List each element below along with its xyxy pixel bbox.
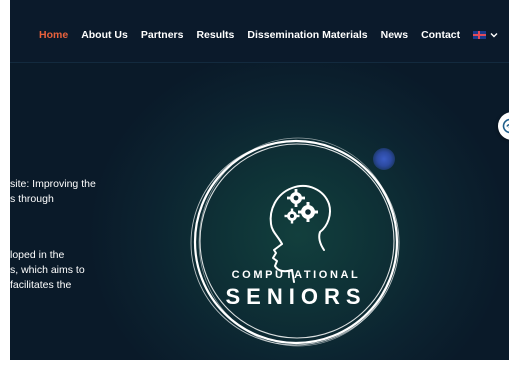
hero-text-line: s, which aims to: [10, 264, 85, 276]
computational-seniors-logo: COMPUTATIONAL SENIORS: [190, 137, 400, 347]
gears-icon: [284, 189, 318, 224]
nav-item-news[interactable]: News: [381, 29, 408, 41]
hero-section: Home About Us Partners Results Dissemina…: [10, 0, 509, 360]
accessibility-widget[interactable]: [498, 112, 509, 140]
nav-item-partners[interactable]: Partners: [141, 29, 184, 41]
nav-item-about-us[interactable]: About Us: [81, 29, 128, 41]
hero-text-line: s through: [10, 193, 54, 205]
hero-text-line: loped in the: [10, 249, 65, 261]
uk-flag-icon: [473, 31, 487, 39]
logo-line-seniors: SENIORS: [225, 284, 366, 309]
nav-item-dissemination-materials[interactable]: Dissemination Materials: [247, 29, 367, 41]
nav-item-contact[interactable]: Contact: [421, 29, 460, 41]
nav-item-home[interactable]: Home: [39, 29, 68, 41]
language-selector[interactable]: [473, 31, 498, 39]
hero-text-line: facilitates the: [10, 279, 72, 291]
hero-text-line: site: Improving the: [10, 178, 96, 190]
logo-line-computational: COMPUTATIONAL: [232, 269, 361, 281]
chevron-down-icon: [490, 33, 498, 38]
top-navbar: Home About Us Partners Results Dissemina…: [10, 0, 509, 63]
accessibility-icon: [502, 118, 509, 134]
nav-item-results[interactable]: Results: [196, 29, 234, 41]
nav-menu: Home About Us Partners Results Dissemina…: [39, 29, 498, 41]
viewport: Home About Us Partners Results Dissemina…: [0, 0, 509, 371]
